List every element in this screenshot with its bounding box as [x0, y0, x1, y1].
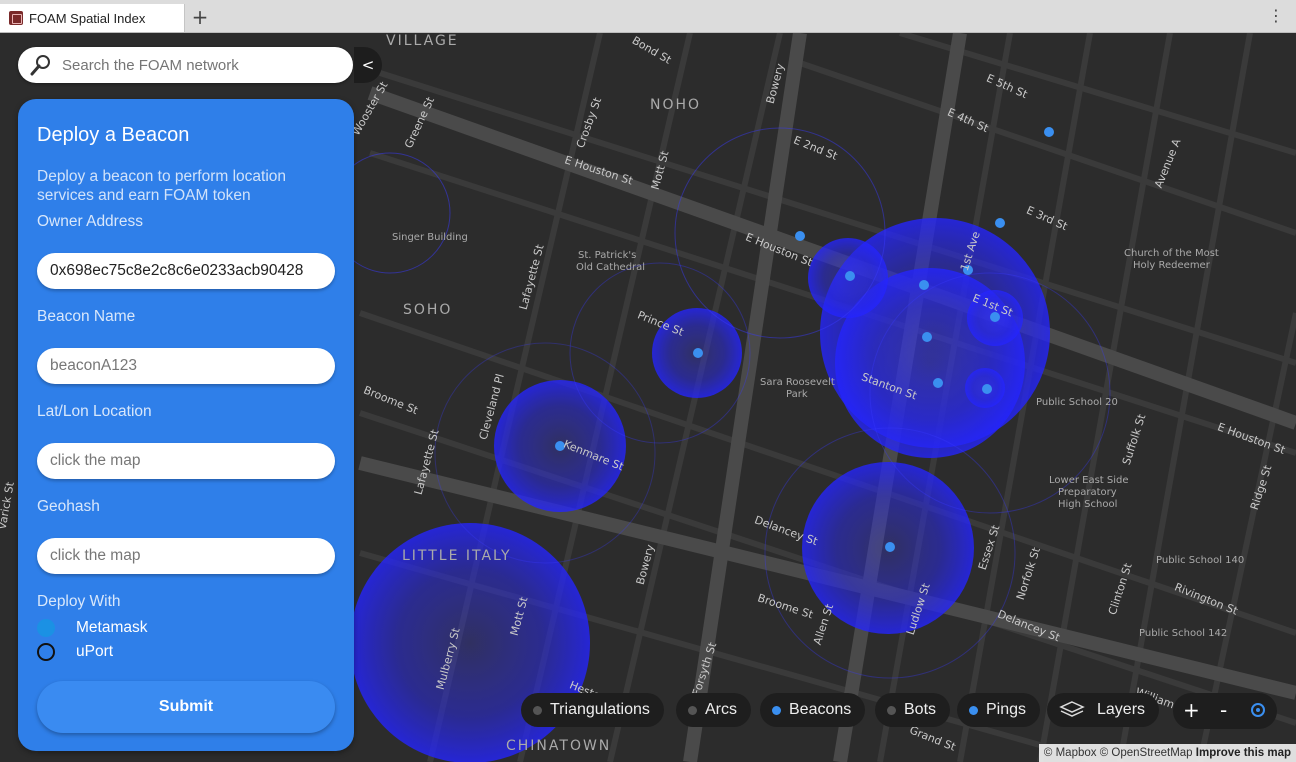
geohash-label: Geohash: [37, 498, 100, 515]
map-label-noho: NOHO: [650, 97, 702, 113]
zoom-in-button[interactable]: +: [1183, 699, 1200, 721]
radio-uport[interactable]: uPort: [37, 643, 113, 661]
map-label-les-2: Preparatory: [1058, 487, 1117, 498]
map-label-village: VILLAGE: [386, 33, 459, 49]
deploy-beacon-panel: Deploy a Beacon Deploy a beacon to perfo…: [18, 99, 354, 751]
toggle-label: Arcs: [705, 701, 737, 718]
submit-button[interactable]: Submit: [37, 681, 335, 733]
owner-address-input[interactable]: [50, 253, 330, 289]
radio-uport-label: uPort: [76, 643, 114, 660]
map-label-church-2: Holy Redeemer: [1133, 260, 1210, 271]
map-label-st-patricks-2: Old Cathedral: [576, 262, 646, 273]
map-label-les-3: High School: [1058, 499, 1118, 510]
deploy-with-label: Deploy With: [37, 593, 121, 610]
toggle-beacons[interactable]: Beacons: [760, 693, 866, 727]
browser-tab[interactable]: FOAM Spatial Index: [0, 4, 185, 32]
toggle-label: Triangulations: [550, 701, 650, 718]
tab-title: FOAM Spatial Index: [29, 10, 146, 26]
map-label-chinatown: CHINATOWN: [506, 738, 612, 754]
toggle-label: Bots: [904, 701, 937, 718]
map-label-sara-1: Sara Roosevelt: [760, 377, 835, 388]
foam-favicon-icon: [9, 11, 23, 25]
toggle-bots[interactable]: Bots: [875, 693, 951, 727]
map-label-church-1: Church of the Most: [1124, 248, 1219, 259]
toggle-indicator-icon: [533, 705, 542, 715]
zoom-out-button[interactable]: -: [1220, 699, 1227, 721]
browser-menu-icon[interactable]: ⋮: [1268, 7, 1284, 25]
attribution-improve-link[interactable]: Improve this map: [1196, 747, 1291, 759]
attribution-mapbox[interactable]: © Mapbox: [1044, 747, 1097, 759]
search-icon: [30, 54, 52, 76]
toggle-indicator-icon: [887, 705, 896, 715]
map-label-ps142: Public School 142: [1139, 628, 1228, 639]
map-label-les-1: Lower East Side: [1049, 475, 1129, 486]
beacon-name-label: Beacon Name: [37, 308, 136, 325]
map-label-st-patricks-1: St. Patrick's: [578, 250, 637, 261]
map-label-ps140: Public School 140: [1156, 555, 1245, 566]
beacon-name-input[interactable]: [50, 348, 330, 384]
browser-tab-bar: FOAM Spatial Index + ⋮: [0, 0, 1296, 33]
radio-unselected-icon: [37, 643, 55, 661]
search-input[interactable]: [60, 55, 334, 75]
map-label-little-italy: LITTLE ITALY: [402, 548, 512, 564]
map-attribution: © Mapbox © OpenStreetMap Improve this ma…: [1038, 744, 1296, 762]
map-label-singer: Singer Building: [392, 232, 468, 243]
toggle-indicator-icon: [772, 705, 781, 715]
toggle-triangulations[interactable]: Triangulations: [521, 693, 664, 727]
panel-description: Deploy a beacon to perform location serv…: [37, 168, 287, 204]
layers-label: Layers: [1097, 701, 1146, 718]
toggle-label: Pings: [986, 701, 1027, 718]
layers-icon: [1059, 700, 1085, 720]
toggle-indicator-icon: [969, 705, 978, 715]
geohash-field-wrap: [37, 538, 335, 574]
radio-metamask[interactable]: Metamask: [37, 619, 148, 637]
locate-icon[interactable]: [1251, 703, 1265, 717]
geohash-input[interactable]: [50, 538, 330, 574]
map-label-ps20: Public School 20: [1036, 397, 1118, 408]
radio-selected-icon: [37, 619, 55, 637]
new-tab-button[interactable]: +: [190, 5, 210, 29]
map-label-soho: SOHO: [403, 302, 453, 318]
beacon-name-field-wrap: [37, 348, 335, 384]
zoom-controls: + -: [1173, 693, 1277, 729]
map-label-sara-2: Park: [786, 389, 808, 400]
search-bar: [18, 47, 353, 83]
latlon-input[interactable]: [50, 443, 330, 479]
owner-address-label: Owner Address: [37, 213, 143, 230]
owner-address-field-wrap: [37, 253, 335, 289]
toggle-pings[interactable]: Pings: [957, 693, 1041, 727]
toggle-arcs[interactable]: Arcs: [676, 693, 751, 727]
layers-button[interactable]: Layers: [1047, 693, 1160, 727]
attribution-osm[interactable]: © OpenStreetMap: [1100, 747, 1193, 759]
toggle-label: Beacons: [789, 701, 852, 718]
radio-metamask-label: Metamask: [76, 619, 148, 636]
panel-title: Deploy a Beacon: [37, 124, 190, 146]
latlon-label: Lat/Lon Location: [37, 403, 152, 420]
latlon-field-wrap: [37, 443, 335, 479]
toggle-indicator-icon: [688, 705, 697, 715]
